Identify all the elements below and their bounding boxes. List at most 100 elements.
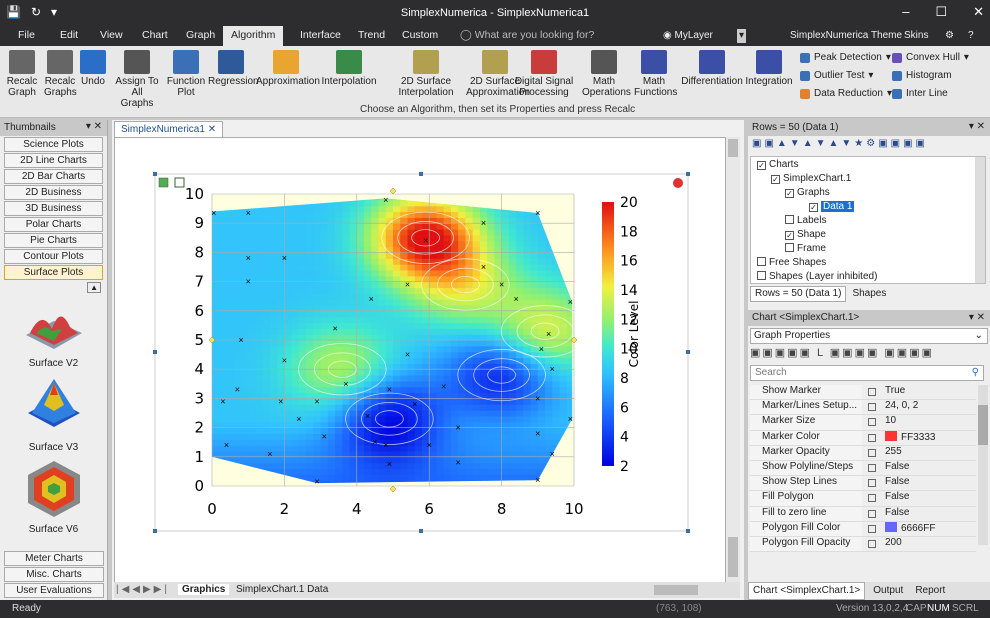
horizontal-scrollbar[interactable] [654,585,698,595]
tree-item[interactable]: Frame [785,243,826,254]
checkbox[interactable]: ✓ [757,161,766,170]
math-functions-button[interactable]: Math Functions [634,50,677,98]
vertical-scrollbar[interactable] [726,137,740,583]
recalc-graphs-button[interactable]: Recalc Graphs [44,50,77,98]
properties-toolbar[interactable]: ▣▣▣▣▣ L ▣▣▣▣ ▣▣▣▣ [750,346,934,364]
interpolation-button[interactable]: Interpolation [320,50,378,87]
property-row[interactable]: Polygon Fill Opacity 200 [750,536,976,553]
close-icon[interactable]: ✕ [973,4,984,20]
category-polar-charts[interactable]: Polar Charts [4,217,103,232]
tab-edit[interactable]: Edit [52,26,86,46]
category-meter-charts[interactable]: Meter Charts [4,551,104,566]
category-2d-business[interactable]: 2D Business [4,185,103,200]
checkbox[interactable]: ✓ [785,189,794,198]
property-link-icon[interactable] [862,431,882,445]
close-tab-icon[interactable]: ✕ [208,124,216,135]
property-value[interactable]: 6666FF [882,521,976,536]
gear-icon[interactable]: ⚙ [945,26,954,46]
thumb-surface-v3[interactable]: Surface V3 [0,373,107,453]
tree-item[interactable]: ✓ Data 1 [809,201,855,212]
property-search-input[interactable]: Search ⚲ [750,365,984,381]
category-science-plots[interactable]: Science Plots [4,137,103,152]
peak-detection-button[interactable]: Peak Detection ▾ [800,52,891,63]
property-link-icon[interactable] [862,446,882,460]
category-3d-business[interactable]: 3D Business [4,201,103,216]
property-value[interactable]: False [882,476,976,490]
category-user-evaluations[interactable]: User Evaluations [4,583,104,598]
checkbox[interactable]: ✓ [771,175,780,184]
scroll-up-icon[interactable]: ▲ [87,282,101,293]
surface-interp-button[interactable]: 2D Surface Interpolation [392,50,460,98]
category-2d-bar-charts[interactable]: 2D Bar Charts [4,169,103,184]
category-pie-charts[interactable]: Pie Charts [4,233,103,248]
function-plot-button[interactable]: Function Plot [166,50,206,98]
tab-shapes[interactable]: Shapes [846,286,892,302]
outlier-test-button[interactable]: Outlier Test ▾ [800,70,873,81]
convex-hull-button[interactable]: Convex Hull ▾ [892,52,969,63]
layer-toolbar[interactable]: ▣▣▲▼▲▼▲▼★⚙▣▣▣▣ [748,136,990,154]
chart-canvas[interactable]: 0 2 4 6 8 10 0 1 2 3 4 5 6 7 8 9 10 × × × × × × × × × × × × × × × × × × × × ×… [114,137,726,583]
tab-rows[interactable]: Rows = 50 (Data 1) [750,286,847,302]
help-icon[interactable]: ? [968,26,974,46]
tree-item[interactable]: ✓ SimplexChart.1 [771,173,851,184]
sheet-nav-icons[interactable]: |◀◀▶▶| [116,584,170,595]
property-value[interactable]: 255 [882,446,976,460]
checkbox[interactable] [757,257,766,266]
property-value[interactable]: False [882,491,976,505]
doc-tab[interactable]: SimplexNumerica1 ✕ [114,121,224,137]
checkbox[interactable]: ✓ [785,231,794,240]
property-link-icon[interactable] [862,415,882,429]
tab-data[interactable]: SimplexChart.1 Data [236,584,328,595]
property-scrollbar[interactable] [978,385,988,545]
tab-chart[interactable]: Chart [134,26,176,46]
math-ops-button[interactable]: Math Operations [582,50,631,98]
tab-graph[interactable]: Graph [178,26,223,46]
differentiation-button[interactable]: Differentiation [680,50,744,87]
tree-item[interactable]: Labels [785,215,826,226]
property-link-icon[interactable] [862,461,882,475]
undo-button[interactable]: Undo [78,50,108,87]
tab-report[interactable]: Report [911,582,949,600]
property-row[interactable]: Marker Color FF3333 [750,430,976,446]
property-row[interactable]: Show Step Lines False [750,476,976,492]
dsp-button[interactable]: Digital Signal Processing [512,50,576,98]
property-value[interactable]: 200 [882,537,976,551]
property-value[interactable]: 24, 0, 2 [882,400,976,414]
property-row[interactable]: Marker Opacity 255 [750,445,976,461]
tree-item[interactable]: ✓ Graphs [785,187,830,198]
tab-custom[interactable]: Custom [394,26,446,46]
skins-menu[interactable]: Skins [904,26,928,46]
tab-output[interactable]: Output [865,582,911,600]
property-row[interactable]: Fill Polygon False [750,491,976,507]
integration-button[interactable]: Integration [744,50,794,87]
layer-dropdown[interactable]: ▾ [737,29,747,43]
maximize-icon[interactable]: ☐ [935,4,947,20]
property-link-icon[interactable] [862,522,882,536]
property-value[interactable]: False [882,507,976,521]
property-row[interactable]: Polygon Fill Color 6666FF [750,521,976,537]
regression-button[interactable]: Regression [208,50,259,87]
property-link-icon[interactable] [862,385,882,399]
property-row[interactable]: Show Marker True [750,385,976,401]
tab-view[interactable]: View [92,26,131,46]
tree-scrollbar[interactable] [975,157,985,283]
category-contour-plots[interactable]: Contour Plots [4,249,103,264]
tab-trend[interactable]: Trend [350,26,393,46]
tree-item[interactable]: Shapes (Layer inhibited) [757,271,877,282]
category-surface-plots[interactable]: Surface Plots [4,265,103,280]
property-row[interactable]: Fill to zero line False [750,506,976,522]
graph-properties-select[interactable]: Graph Properties ⌄ [750,328,988,344]
property-value[interactable]: FF3333 [882,430,976,445]
search-box[interactable]: ◯ What are you looking for? [460,29,594,41]
property-value[interactable]: 10 [882,415,976,429]
property-value[interactable]: True [882,385,976,399]
property-link-icon[interactable] [862,537,882,551]
property-row[interactable]: Marker/Lines Setup... 24, 0, 2 [750,400,976,416]
property-value[interactable]: False [882,461,976,475]
inter-line-button[interactable]: Inter Line [892,88,948,99]
property-row[interactable]: Marker Size 10 [750,415,976,431]
tab-graphics[interactable]: Graphics [178,584,230,595]
property-link-icon[interactable] [862,476,882,490]
approximation-button[interactable]: Approximation [256,50,320,87]
checkbox[interactable] [785,243,794,252]
